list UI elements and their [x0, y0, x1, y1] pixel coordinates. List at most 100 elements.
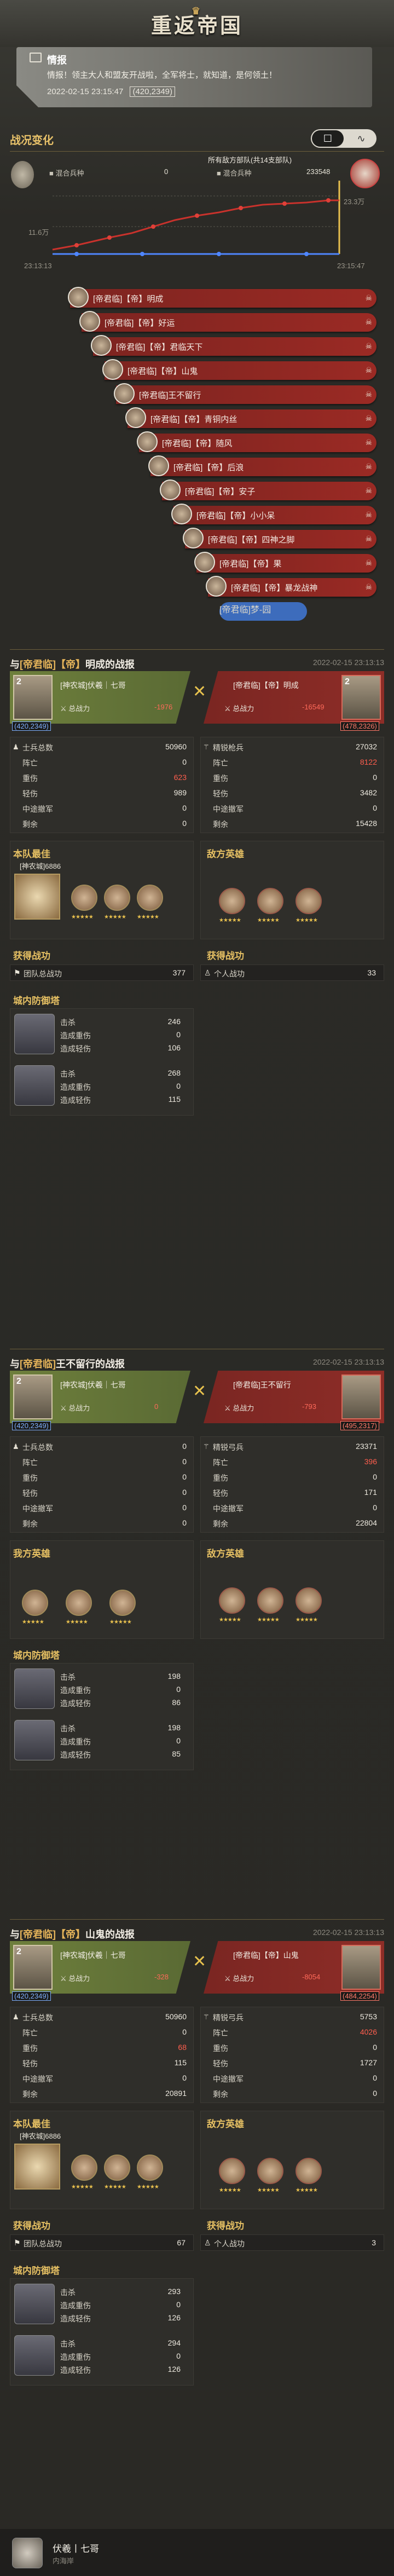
skull-icon: ☠ [365, 293, 372, 302]
avatar [183, 528, 204, 548]
enemy-name: [帝君临]【帝】明成 [233, 681, 299, 690]
enemy-heroes-title: 敌方英雄 [207, 2119, 244, 2129]
line-view-icon[interactable]: ∿ [347, 130, 375, 147]
self-hero-avatar[interactable] [137, 2155, 163, 2181]
enemy-troop-panel: ⚚ 精锐弓兵 23371 阵亡 396 重伤 0 轻伤 171 中途撤军 0 剩余 22804 [200, 1436, 384, 1533]
kill-feed-label: [帝君临]【帝】果 [219, 559, 282, 569]
tower-stat-value: 246 [167, 1017, 181, 1026]
kill-feed-item[interactable]: [帝君临]【帝】后浪 ☠ [148, 455, 376, 476]
enemy-portrait[interactable]: (495,2317) [340, 1374, 381, 1430]
avatar [91, 335, 112, 356]
skull-icon: ☠ [365, 582, 372, 591]
enemy-hero-avatar[interactable] [257, 888, 283, 914]
kill-feed-item[interactable]: [帝君临]【帝】好运 ☠ [79, 311, 376, 332]
self-coords-link[interactable]: (420,2349) [12, 1421, 51, 1430]
self-hero-avatar[interactable] [109, 1590, 136, 1616]
troop-icon: ♟ [13, 2013, 19, 2021]
personal-merit-row: ♙ 个人战功 33 [200, 964, 384, 981]
enemy-hero-avatar[interactable] [296, 888, 322, 914]
self-portrait[interactable]: 2 (420,2349) [12, 675, 53, 731]
enemy-portrait[interactable]: 2 (478,2326) [340, 675, 381, 731]
hero-stars: ★★★★★ [296, 2187, 318, 2193]
chart-view-toggle[interactable]: ☐ ∿ [311, 129, 376, 148]
self-power: ⚔ 总战力 [60, 1974, 90, 1983]
enemy-hero-avatar[interactable] [296, 2158, 322, 2184]
kill-feed-item[interactable]: [帝君临]梦-园 [219, 602, 307, 621]
enemy-hero-avatar[interactable] [219, 1587, 245, 1614]
player-avatar[interactable] [12, 2538, 43, 2568]
troop-row: 轻伤 989 [10, 785, 194, 801]
self-hero-avatar[interactable] [104, 2155, 130, 2181]
mvp-portrait[interactable] [14, 874, 60, 920]
self-hero-avatar[interactable] [22, 1590, 48, 1616]
troop-row: 中途撤军 0 [10, 801, 194, 816]
enemy-coords-link[interactable]: (495,2317) [340, 1421, 379, 1430]
tower-icon [14, 2335, 55, 2376]
tower-stat-label: 造成轻伤 [60, 1699, 91, 1708]
trend-chart [52, 181, 340, 256]
enemy-hero-avatar[interactable] [219, 2158, 245, 2184]
kill-feed-item[interactable]: [帝君临]【帝】青铜内丝 ☠ [125, 407, 376, 428]
skull-icon: ☠ [365, 414, 372, 423]
kill-feed-item[interactable]: [帝君临]【帝】四神之脚 ☠ [183, 528, 376, 548]
self-portrait[interactable]: 2 (420,2349) [12, 1374, 53, 1430]
kill-feed-item[interactable]: [帝君临]【帝】小小呆 ☠ [171, 504, 376, 524]
enemy-hero-avatar[interactable] [219, 888, 245, 914]
mvp-label: [神农城]6886 [20, 862, 61, 870]
player-location: 内海岸 [53, 2557, 74, 2565]
troop-label: 剩余 [213, 1520, 228, 1528]
self-portrait[interactable]: 2 (420,2349) [12, 1945, 53, 2001]
self-coords-link[interactable]: (420,2349) [12, 721, 51, 731]
hero-stars: ★★★★★ [104, 914, 126, 920]
troop-label: 剩余 [213, 2090, 228, 2099]
tower-stat-label: 击杀 [60, 1724, 76, 1733]
self-hero-avatar[interactable] [71, 2155, 97, 2181]
enemy-portrait[interactable]: (484,2254) [340, 1945, 381, 2001]
tower-stat-label: 造成重伤 [60, 2301, 91, 2310]
kill-feed-item[interactable]: [帝君临]【帝】安子 ☠ [160, 480, 376, 500]
trend-title: 战况变化 [10, 135, 54, 147]
troop-row: 剩余 0 [201, 2086, 385, 2101]
avatar [171, 504, 192, 524]
troop-row: 阵亡 0 [10, 755, 194, 770]
intel-coords-link[interactable]: (420,2349) [130, 86, 176, 97]
tower-stat-label: 造成轻伤 [60, 2366, 91, 2375]
troop-value: 0 [373, 2089, 377, 2098]
self-hero-avatar[interactable] [66, 1590, 92, 1616]
self-hero-avatar[interactable] [137, 885, 163, 911]
enemy-value: 233548 [306, 168, 331, 176]
team-merit-value: 377 [172, 968, 186, 977]
troop-value: 0 [373, 773, 377, 782]
self-coords-link[interactable]: (420,2349) [12, 1991, 51, 2001]
enemy-hero-avatar[interactable] [257, 1587, 283, 1614]
kill-feed-item[interactable]: [帝君临]王不留行 ☠ [114, 383, 376, 404]
troop-value: 396 [364, 1457, 377, 1466]
tower-stat-value: 86 [172, 1698, 181, 1707]
kill-feed-item[interactable]: [帝君临]【帝】明成 ☠ [68, 287, 376, 308]
report-date: 2022-02-15 23:13:13 [313, 1928, 384, 1937]
troop-value: 50960 [165, 742, 187, 751]
troop-value: 3482 [360, 788, 377, 797]
player-name: 伏羲丨七哥 [53, 2544, 99, 2554]
mvp-portrait[interactable] [14, 2144, 60, 2190]
kill-feed-item[interactable]: [帝君临]【帝】随风 ☠ [137, 431, 376, 452]
kill-feed-item[interactable]: [帝君临]【帝】山鬼 ☠ [102, 359, 376, 380]
enemy-hero-avatar[interactable] [257, 2158, 283, 2184]
enemy-troop-panel: ⚚ 精锐枪兵 27032 阵亡 8122 重伤 0 轻伤 3482 中途撤军 0 剩余 15428 [200, 737, 384, 833]
self-hero-avatar[interactable] [104, 885, 130, 911]
troop-row: ♟ 士兵总数 0 [10, 1439, 194, 1454]
kill-feed-item[interactable]: [帝君临]【帝】君临天下 ☠ [91, 335, 376, 356]
self-hero-avatar[interactable] [71, 885, 97, 911]
self-power: ⚔ 总战力 [60, 1404, 90, 1412]
kill-feed-item[interactable]: [帝君临]【帝】果 ☠ [194, 552, 376, 573]
enemy-coords-link[interactable]: (484,2254) [340, 1991, 379, 2001]
skull-icon: ☠ [365, 534, 372, 543]
self-power-delta: -1976 [154, 703, 173, 711]
enemy-hero-avatar[interactable] [296, 1587, 322, 1614]
troop-row: 阵亡 8122 [201, 755, 385, 770]
enemy-coords-link[interactable]: (478,2326) [340, 721, 379, 731]
tower-stat-label: 造成重伤 [60, 1737, 91, 1746]
kill-feed-item[interactable]: [帝君临]【帝】暴龙战神 ☠ [206, 576, 376, 597]
troop-value: 0 [182, 1518, 187, 1527]
bar-view-icon[interactable]: ☐ [312, 130, 344, 147]
